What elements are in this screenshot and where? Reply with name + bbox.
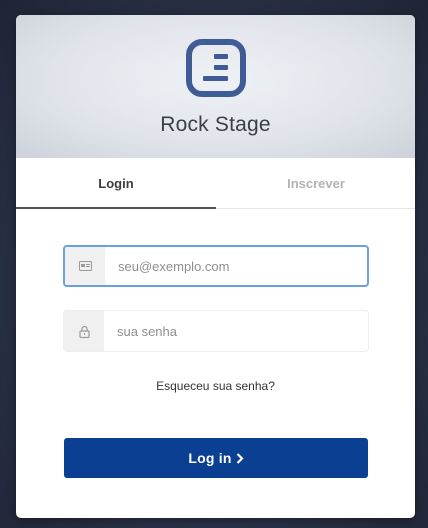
email-addon <box>65 247 105 285</box>
login-button-label: Log in <box>188 450 232 466</box>
password-field <box>63 310 375 352</box>
id-card-icon <box>78 261 92 271</box>
app-logo-icon <box>186 39 246 97</box>
tab-login[interactable]: Login <box>16 158 216 209</box>
chevron-right-icon <box>236 453 244 464</box>
tab-signup[interactable]: Inscrever <box>216 158 415 208</box>
login-button[interactable]: Log in <box>64 438 368 478</box>
password-addon <box>64 311 104 351</box>
email-field <box>63 245 376 287</box>
forgot-password-link[interactable]: Esqueceu sua senha? <box>16 379 415 393</box>
email-input[interactable] <box>105 247 376 285</box>
login-card: Rock Stage Login Inscrever Esqueceu sua … <box>16 15 415 518</box>
lock-icon <box>78 325 90 338</box>
auth-tabs: Login Inscrever <box>16 158 415 209</box>
password-input[interactable] <box>104 311 375 351</box>
card-header: Rock Stage <box>16 15 415 158</box>
app-name: Rock Stage <box>160 113 271 136</box>
